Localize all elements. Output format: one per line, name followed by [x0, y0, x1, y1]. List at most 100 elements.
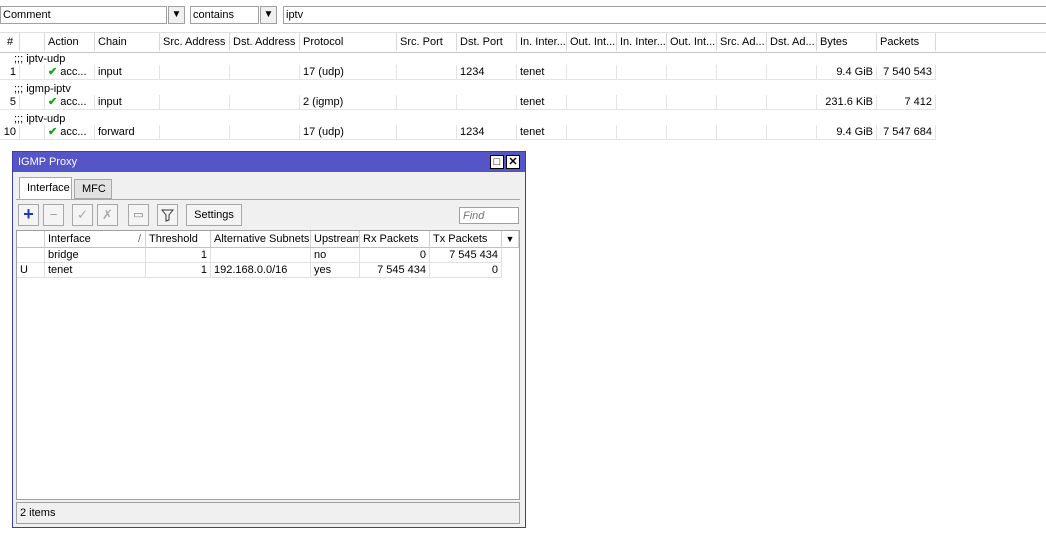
out-interface-cell [567, 65, 617, 80]
filter-value-input[interactable]: iptv [283, 6, 1046, 24]
src-address-cell [160, 95, 230, 110]
col-src-address-list[interactable]: Src. Ad... [717, 33, 767, 51]
protocol-cell: 17 (udp) [300, 65, 397, 80]
chain-cell: forward [95, 125, 160, 140]
chain-cell: input [95, 95, 160, 110]
filter-operator-select[interactable]: contains [190, 6, 259, 24]
src-address-list-cell [717, 125, 767, 140]
add-icon[interactable]: + [18, 204, 39, 226]
alt-subnets-cell: 192.168.0.0/16 [211, 263, 311, 278]
rule-number: 1 [0, 65, 20, 80]
src-port-cell [397, 65, 457, 80]
src-address-cell [160, 65, 230, 80]
col-chain[interactable]: Chain [95, 33, 160, 51]
rx-packets-cell: 7 545 434 [360, 263, 430, 278]
flags-cell [20, 65, 45, 80]
col-out-interface[interactable]: Out. Int... [567, 33, 617, 51]
src-port-cell [397, 95, 457, 110]
out-interface-list-cell [667, 125, 717, 140]
flags-cell [20, 125, 45, 140]
col-out-interface-list[interactable]: Out. Int... [667, 33, 717, 51]
dst-address-cell [230, 65, 300, 80]
in-interface-list-cell [617, 95, 667, 110]
tab-mfc[interactable]: MFC [74, 179, 112, 199]
in-interface-list-cell [617, 125, 667, 140]
col-number[interactable]: # [0, 33, 20, 51]
col-dst-address-list[interactable]: Dst. Ad... [767, 33, 817, 51]
restore-icon[interactable]: □ [490, 155, 504, 169]
col-in-interface[interactable]: In. Inter... [517, 33, 567, 51]
col-flags[interactable] [20, 33, 45, 51]
in-interface-cell: tenet [517, 95, 567, 110]
interface-grid: Interface / Threshold Alternative Subnets… [16, 230, 520, 500]
in-interface-cell: tenet [517, 65, 567, 80]
col-action[interactable]: Action [45, 33, 95, 51]
col-flags[interactable] [17, 231, 45, 248]
dst-address-list-cell [767, 95, 817, 110]
filter-field-select[interactable]: Comment [0, 6, 167, 24]
chain-cell: input [95, 65, 160, 80]
protocol-cell: 17 (udp) [300, 125, 397, 140]
status-bar: 2 items [16, 502, 520, 524]
threshold-cell: 1 [146, 248, 211, 263]
alt-subnets-cell [211, 248, 311, 263]
settings-button[interactable]: Settings [186, 204, 242, 226]
col-threshold[interactable]: Threshold [146, 231, 211, 248]
dropdown-arrow-icon[interactable]: ▼ [260, 6, 277, 24]
dst-port-cell [457, 95, 517, 110]
table-row[interactable]: 10 ✔ acc... forward 17 (udp) 1234 tenet 9… [0, 125, 936, 140]
in-interface-cell: tenet [517, 125, 567, 140]
action-cell: ✔ acc... [45, 95, 95, 110]
dst-address-list-cell [767, 125, 817, 140]
check-icon: ✔ [48, 66, 58, 78]
table-row[interactable]: U tenet 1 192.168.0.0/16 yes 7 545 434 0 [17, 263, 519, 278]
disable-icon[interactable]: ✗ [97, 204, 118, 226]
col-interface[interactable]: Interface / [45, 231, 146, 248]
dropdown-arrow-icon[interactable]: ▼ [168, 6, 185, 24]
bytes-cell: 9.4 GiB [817, 65, 877, 80]
close-icon[interactable]: ✕ [506, 155, 520, 169]
rule-number: 10 [0, 125, 20, 140]
enable-icon[interactable]: ✓ [72, 204, 93, 226]
table-row[interactable]: bridge 1 no 0 7 545 434 [17, 248, 519, 263]
src-address-list-cell [717, 95, 767, 110]
table-row[interactable]: 1 ✔ acc... input 17 (udp) 1234 tenet 9.4 … [0, 65, 936, 80]
find-input[interactable] [459, 207, 519, 224]
window-titlebar[interactable]: IGMP Proxy [13, 152, 525, 172]
src-address-cell [160, 125, 230, 140]
bytes-cell: 231.6 KiB [817, 95, 877, 110]
table-row[interactable]: 5 ✔ acc... input 2 (igmp) tenet 231.6 KiB… [0, 95, 936, 110]
out-interface-cell [567, 95, 617, 110]
flag-cell [17, 248, 45, 263]
col-tx-packets[interactable]: Tx Packets [430, 231, 502, 248]
col-in-interface-list[interactable]: In. Inter... [617, 33, 667, 51]
column-menu-icon[interactable]: ▼ [502, 231, 519, 248]
dst-address-list-cell [767, 65, 817, 80]
dst-address-cell [230, 125, 300, 140]
col-bytes[interactable]: Bytes [817, 33, 877, 51]
col-upstream[interactable]: Upstream [311, 231, 360, 248]
interface-cell: tenet [45, 263, 146, 278]
rx-packets-cell: 0 [360, 248, 430, 263]
col-dst-port[interactable]: Dst. Port [457, 33, 517, 51]
out-interface-cell [567, 125, 617, 140]
flags-cell [20, 95, 45, 110]
col-dst-address[interactable]: Dst. Address [230, 33, 300, 51]
col-protocol[interactable]: Protocol [300, 33, 397, 51]
col-src-port[interactable]: Src. Port [397, 33, 457, 51]
comment-icon[interactable]: ▭ [128, 204, 149, 226]
tab-interface[interactable]: Interface [19, 177, 72, 200]
src-port-cell [397, 125, 457, 140]
flag-cell: U [17, 263, 45, 278]
tx-packets-cell: 0 [430, 263, 502, 278]
col-rx-packets[interactable]: Rx Packets [360, 231, 430, 248]
col-packets[interactable]: Packets [877, 33, 936, 51]
tx-packets-cell: 7 545 434 [430, 248, 502, 263]
filter-icon[interactable] [157, 204, 178, 226]
col-src-address[interactable]: Src. Address [160, 33, 230, 51]
check-icon: ✔ [48, 126, 58, 138]
dst-port-cell: 1234 [457, 125, 517, 140]
interface-cell: bridge [45, 248, 146, 263]
col-alternative-subnets[interactable]: Alternative Subnets [211, 231, 311, 248]
remove-icon[interactable]: − [43, 204, 64, 226]
